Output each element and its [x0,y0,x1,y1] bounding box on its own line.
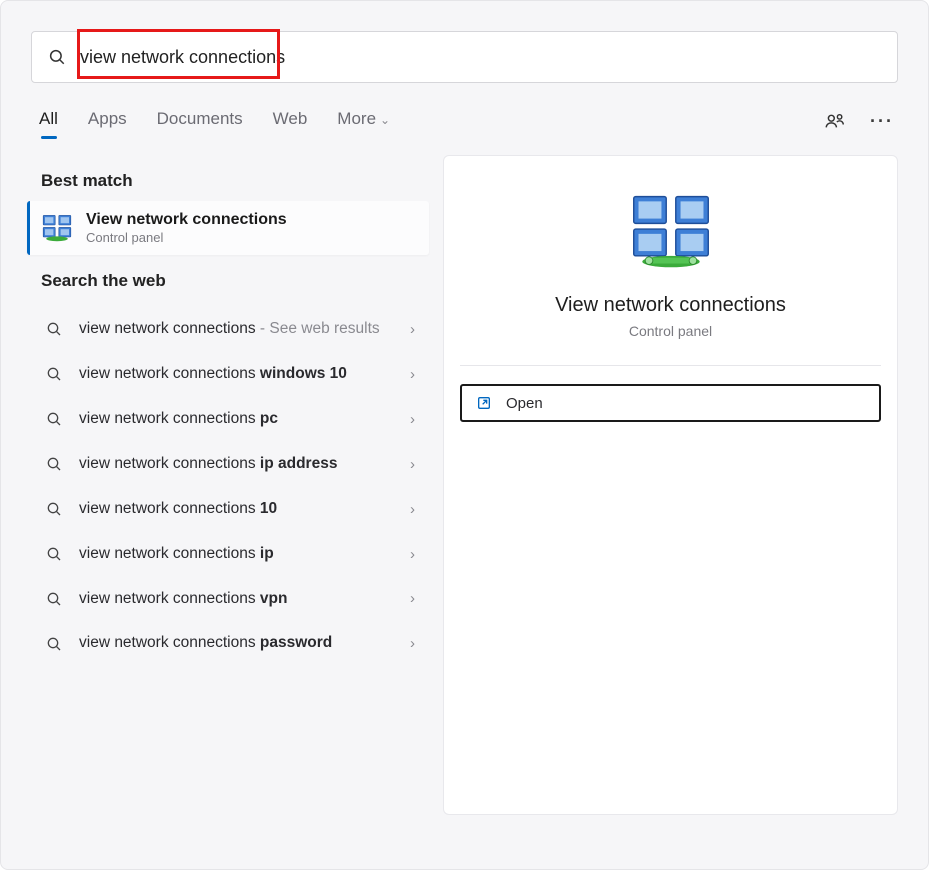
network-connections-icon [40,211,74,245]
web-suggestion-prefix: view network connections [79,590,260,607]
search-icon [39,591,69,607]
search-icon [39,456,69,472]
web-suggestion-prefix: view network connections [79,410,260,427]
tab-more-label: More [337,109,376,128]
tab-more[interactable]: More ⌄ [337,105,390,137]
best-match-text: View network connections Control panel [86,211,287,245]
section-search-web: Search the web [31,255,429,301]
tab-apps[interactable]: Apps [88,105,127,137]
open-external-icon [476,395,492,411]
web-suggestion-bold: 10 [260,500,277,517]
best-match-title: View network connections [86,211,287,229]
open-button-label: Open [506,395,543,412]
divider [460,365,881,366]
web-suggestion-text: view network connections password [69,633,404,654]
web-suggestion-prefix: view network connections [79,634,260,651]
tab-web[interactable]: Web [273,105,308,137]
filter-tabs: All Apps Documents Web More ⌄ [39,105,824,137]
web-suggestion-text: view network connections 10 [69,499,404,520]
preview-subtitle: Control panel [460,323,881,339]
search-icon [39,366,69,382]
chevron-right-icon: › [404,456,421,473]
best-match-item[interactable]: View network connections Control panel [27,201,429,255]
best-match-subtitle: Control panel [86,230,287,245]
chevron-right-icon: › [404,635,421,652]
web-suggestion-bold: pc [260,410,278,427]
more-options-icon[interactable]: ··· [870,111,894,132]
search-icon [39,546,69,562]
web-suggestion-text: view network connections windows 10 [69,364,404,385]
chevron-right-icon: › [404,411,421,428]
open-button[interactable]: Open [460,384,881,422]
search-icon [39,501,69,517]
header-actions: ··· [824,110,894,132]
section-best-match: Best match [31,155,429,201]
web-suggestion-text: view network connections - See web resul… [69,319,404,340]
chevron-right-icon: › [404,321,421,338]
chevron-right-icon: › [404,501,421,518]
web-suggestion[interactable]: view network connections ip address› [31,442,429,487]
web-suggestion-prefix: view network connections [79,365,260,382]
web-suggestion-text: view network connections ip [69,544,404,565]
web-suggestion-bold: vpn [260,590,288,607]
people-icon[interactable] [824,110,846,132]
filter-tabs-row: All Apps Documents Web More ⌄ ··· [1,83,928,145]
tab-all[interactable]: All [39,105,58,137]
web-suggestion-bold: ip address [260,455,338,472]
web-suggestions: view network connections - See web resul… [31,307,429,666]
web-suggestion-bold: password [260,634,332,651]
web-suggestion-bold: windows 10 [260,365,347,382]
web-suggestion[interactable]: view network connections pc› [31,397,429,442]
web-suggestion[interactable]: view network connections - See web resul… [31,307,429,352]
web-suggestion-prefix: view network connections [79,545,260,562]
web-suggestion-prefix: view network connections [79,320,256,337]
results-area: Best match View [1,145,928,815]
search-icon [39,321,69,337]
web-suggestion-prefix: view network connections [79,455,260,472]
search-input[interactable] [80,47,883,68]
web-suggestion-text: view network connections ip address [69,454,404,475]
web-suggestion[interactable]: view network connections ip› [31,532,429,577]
web-suggestion-text: view network connections pc [69,409,404,430]
search-icon [46,46,68,68]
web-suggestion[interactable]: view network connections password› [31,621,429,666]
searchbar[interactable] [31,31,898,83]
web-suggestion-dim: - See web results [256,320,380,337]
search-icon [39,636,69,652]
search-window: All Apps Documents Web More ⌄ ··· Best ma… [0,0,929,870]
preview-title: View network connections [460,294,881,317]
chevron-right-icon: › [404,546,421,563]
results-list: Best match View [31,155,429,815]
preview-panel: View network connections Control panel O… [443,155,898,815]
search-icon [39,411,69,427]
web-suggestion-prefix: view network connections [79,500,260,517]
web-suggestion-bold: ip [260,545,274,562]
web-suggestion[interactable]: view network connections windows 10› [31,352,429,397]
web-suggestion-text: view network connections vpn [69,589,404,610]
searchbar-container [1,1,928,83]
preview-app-icon [460,192,881,270]
chevron-down-icon: ⌄ [380,113,390,127]
web-suggestion[interactable]: view network connections 10› [31,487,429,532]
chevron-right-icon: › [404,366,421,383]
web-suggestion[interactable]: view network connections vpn› [31,577,429,622]
tab-documents[interactable]: Documents [157,105,243,137]
chevron-right-icon: › [404,590,421,607]
